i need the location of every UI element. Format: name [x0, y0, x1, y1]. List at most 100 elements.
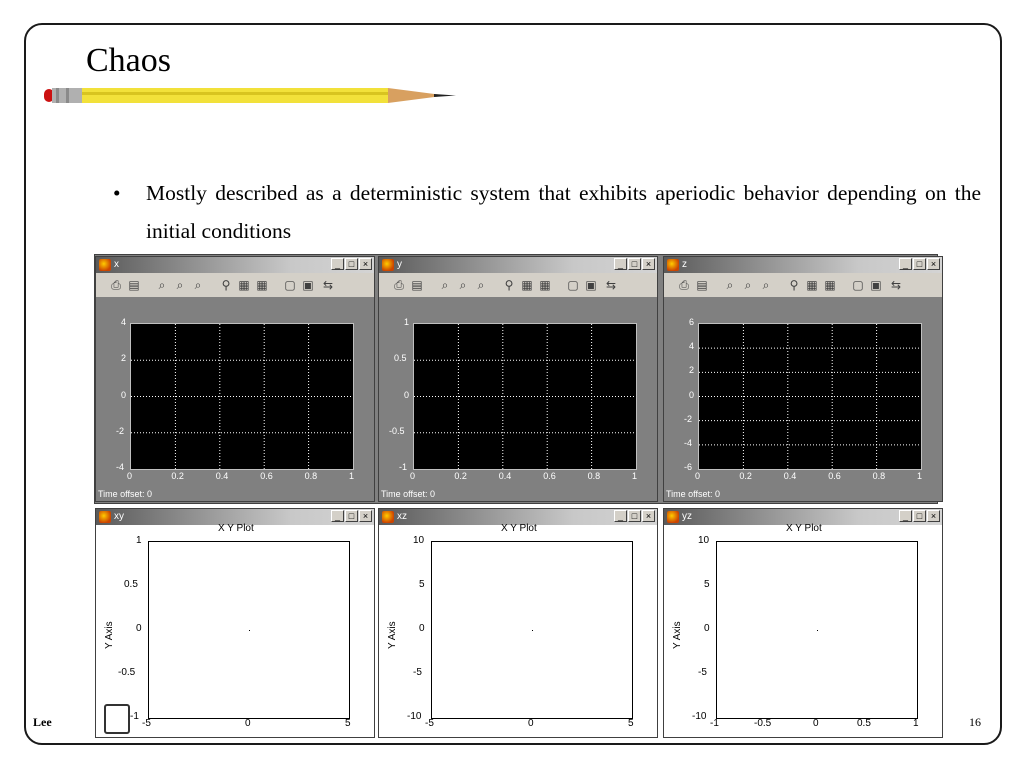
y-tick-label: 0: [689, 389, 695, 400]
minimize-button[interactable]: _: [899, 510, 912, 522]
restore-axes-icon[interactable]: ▦: [254, 277, 270, 293]
minimize-button[interactable]: _: [331, 510, 344, 522]
autoscale-icon[interactable]: ⚲: [501, 277, 517, 293]
maximize-button[interactable]: □: [628, 258, 641, 270]
lock-axes-icon[interactable]: ▣: [583, 277, 599, 293]
print-icon[interactable]: ⎙: [391, 277, 407, 293]
y-tick-label: 10: [698, 535, 710, 546]
close-button[interactable]: ×: [642, 510, 655, 522]
floating-scope-icon[interactable]: ▢: [850, 277, 866, 293]
window-titlebar[interactable]: z _ □ ×: [664, 257, 942, 273]
save-axes-icon[interactable]: ▦: [804, 277, 820, 293]
xy-plot-title: X Y Plot: [501, 523, 537, 534]
x-tick-label: 0.2: [454, 471, 467, 481]
simulink-icon: [99, 511, 111, 523]
window-controls: _ □ ×: [899, 510, 940, 522]
x-tick-label: 0.2: [171, 471, 184, 481]
signal-selection-icon[interactable]: ⇆: [888, 277, 904, 293]
minimize-button[interactable]: _: [899, 258, 912, 270]
xy-axes: [431, 541, 633, 719]
y-tick-label: 6: [689, 317, 695, 327]
zoom-icon[interactable]: ⌕: [437, 277, 453, 293]
restore-axes-icon[interactable]: ▦: [537, 277, 553, 293]
y-axis-label: Y Axis: [672, 621, 683, 649]
save-axes-icon[interactable]: ▦: [519, 277, 535, 293]
signal-selection-icon[interactable]: ⇆: [320, 277, 336, 293]
zoom-y-icon[interactable]: ⌕: [473, 277, 489, 293]
y-tick-label: 0.5: [394, 353, 407, 364]
parameters-icon[interactable]: ▤: [694, 277, 710, 293]
window-controls: _ □ ×: [331, 510, 372, 522]
y-tick-label: 4: [121, 317, 127, 327]
maximize-button[interactable]: □: [913, 258, 926, 270]
maximize-button[interactable]: □: [345, 510, 358, 522]
time-offset-label: Time offset: 0: [98, 489, 153, 499]
zoom-x-icon[interactable]: ⌕: [172, 277, 188, 293]
y-tick-label: 10: [413, 535, 425, 546]
print-icon[interactable]: ⎙: [108, 277, 124, 293]
zoom-icon[interactable]: ⌕: [722, 277, 738, 293]
restore-axes-icon[interactable]: ▦: [822, 277, 838, 293]
pencil-icon: [44, 88, 456, 103]
y-tick-label: -5: [413, 667, 422, 678]
close-button[interactable]: ×: [359, 258, 372, 270]
y-tick-label: 0: [136, 623, 142, 634]
time-offset-label: Time offset: 0: [666, 489, 721, 499]
simulink-icon: [667, 259, 679, 271]
signal-selection-icon[interactable]: ⇆: [603, 277, 619, 293]
minimize-button[interactable]: _: [614, 510, 627, 522]
maximize-button[interactable]: □: [913, 510, 926, 522]
close-button[interactable]: ×: [359, 510, 372, 522]
print-icon[interactable]: ⎙: [676, 277, 692, 293]
window-titlebar[interactable]: x _ □ ×: [96, 257, 374, 273]
parameters-icon[interactable]: ▤: [409, 277, 425, 293]
y-tick-label: 0: [704, 623, 710, 634]
x-tick-label: 0.8: [587, 471, 601, 481]
minimize-button[interactable]: _: [614, 258, 627, 270]
y-tick-label: -2: [684, 413, 693, 424]
zoom-x-icon[interactable]: ⌕: [455, 277, 471, 293]
zoom-y-icon[interactable]: ⌕: [758, 277, 774, 293]
maximize-button[interactable]: □: [345, 258, 358, 270]
close-button[interactable]: ×: [927, 258, 940, 270]
autoscale-icon[interactable]: ⚲: [786, 277, 802, 293]
zoom-y-icon[interactable]: ⌕: [190, 277, 206, 293]
y-tick-label: 0: [121, 389, 127, 400]
minimize-button[interactable]: _: [331, 258, 344, 270]
x-tick-label: 0.6: [260, 471, 273, 481]
floating-scope-icon[interactable]: ▢: [282, 277, 298, 293]
y-axis-label: Y Axis: [387, 621, 398, 649]
x-tick-label: 0: [410, 471, 416, 481]
time-offset-label: Time offset: 0: [381, 489, 436, 499]
zoom-icon[interactable]: ⌕: [154, 277, 170, 293]
close-button[interactable]: ×: [642, 258, 655, 270]
x-tick-label: -5: [142, 718, 151, 729]
scope-window-y: y _ □ × ⎙ ▤ ⌕ ⌕ ⌕ ⚲ ▦ ▦ ▢ ▣ ⇆ 1 0.5 0 -0.5 -1 0 0.2 0.4 0.6 0.8 1…: [378, 256, 658, 502]
parameters-icon[interactable]: ▤: [126, 277, 142, 293]
autoscale-icon[interactable]: ⚲: [218, 277, 234, 293]
page-icon[interactable]: [104, 704, 130, 734]
scope-axes: [698, 323, 922, 470]
xy-window-xy: xy _ □ × X Y Plot 1 0.5 0 -0.5 -1 -5 0 5 Y Axis: [95, 508, 375, 738]
plot-point: [249, 630, 250, 631]
x-tick-label: 0.8: [872, 471, 886, 481]
xy-axes: [148, 541, 350, 719]
lock-axes-icon[interactable]: ▣: [300, 277, 316, 293]
x-tick-label: 0.6: [543, 471, 556, 481]
scope-plot-area: 6 4 2 0 -2 -4 -6 0 0.2 0.4 0.6 0.8 1 Time offset: 0: [664, 298, 942, 501]
window-title: z: [682, 259, 687, 270]
x-tick-label: 0.5: [857, 718, 871, 729]
zoom-x-icon[interactable]: ⌕: [740, 277, 756, 293]
save-axes-icon[interactable]: ▦: [236, 277, 252, 293]
window-titlebar[interactable]: y _ □ ×: [379, 257, 657, 273]
simulink-icon: [667, 511, 679, 523]
x-tick-label: 0.4: [215, 471, 229, 481]
y-tick-label: -5: [698, 667, 707, 678]
x-tick-label: -5: [425, 718, 434, 729]
floating-scope-icon[interactable]: ▢: [565, 277, 581, 293]
lock-axes-icon[interactable]: ▣: [868, 277, 884, 293]
close-button[interactable]: ×: [927, 510, 940, 522]
x-tick-label: 0: [695, 471, 701, 481]
maximize-button[interactable]: □: [628, 510, 641, 522]
scope-plot-area: 4 2 0 -2 -4 0 0.2 0.4 0.6 0.8 1 Time offset: 0: [96, 298, 374, 501]
